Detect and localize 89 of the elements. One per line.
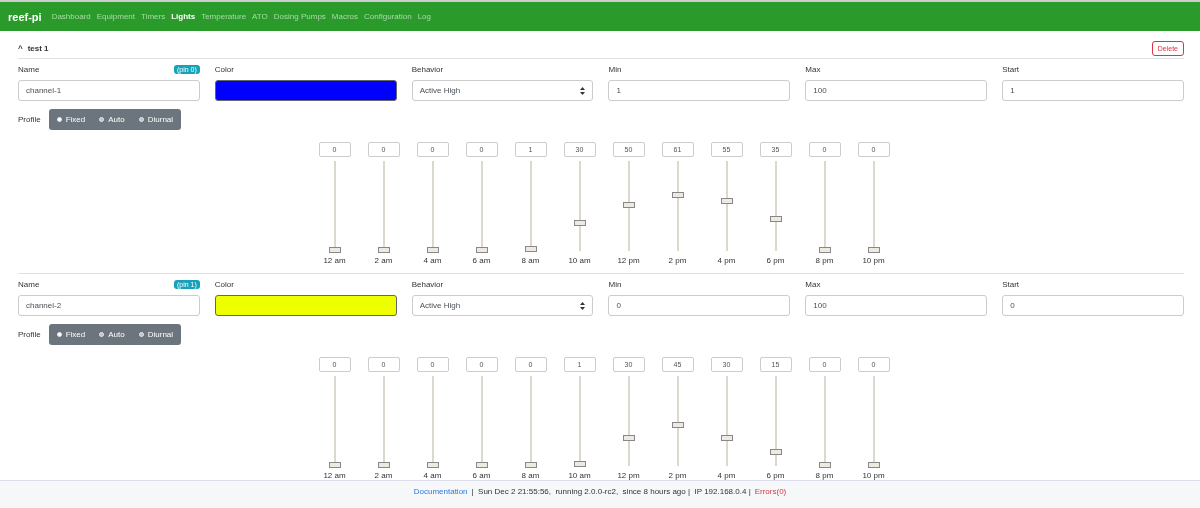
behavior-select[interactable]: Active High: [411, 80, 594, 101]
field-label: Max: [805, 65, 821, 74]
field-label: Profile: [18, 330, 41, 339]
slider-thumb[interactable]: [426, 247, 439, 253]
time-label: 10 am: [568, 256, 591, 265]
time-label: 10 am: [568, 471, 591, 480]
time-label: 12 am: [323, 471, 346, 480]
max-field[interactable]: 100: [805, 80, 988, 101]
slider-thumb[interactable]: [622, 435, 635, 441]
field-label: Behavior: [411, 280, 444, 289]
time-label: 4 pm: [717, 256, 736, 265]
time-label: 6 am: [472, 471, 491, 480]
time-label: 8 am: [521, 471, 540, 480]
slider-thumb[interactable]: [573, 461, 586, 468]
time-label: 4 am: [423, 471, 442, 480]
slider-thumb[interactable]: [671, 192, 684, 199]
name-field[interactable]: channel-2: [18, 295, 200, 316]
field-label: Behavior: [411, 65, 444, 74]
time-label: 2 pm: [668, 471, 687, 480]
time-label: 8 pm: [815, 471, 834, 480]
collapse-toggle[interactable]: ^: [18, 44, 23, 53]
time-label: 12 pm: [617, 471, 640, 480]
caret-icon: [580, 301, 586, 310]
profile-radio[interactable]: Diurnal: [138, 115, 174, 124]
slider-thumb[interactable]: [720, 197, 733, 204]
time-label: 8 am: [521, 256, 540, 265]
field-label: Color: [214, 65, 234, 74]
slider-thumb[interactable]: [622, 202, 635, 208]
time-label: 2 am: [374, 471, 393, 480]
slider-thumb[interactable]: [475, 247, 488, 253]
slider-thumb[interactable]: [769, 215, 782, 222]
time-label: 12 am: [323, 256, 346, 265]
slider-thumb[interactable]: [720, 435, 733, 441]
color-field[interactable]: [214, 295, 397, 316]
time-label: 8 pm: [815, 256, 834, 265]
field-label: Min: [608, 65, 622, 74]
brand[interactable]: reef-pi: [8, 10, 42, 23]
time-label: 2 am: [374, 256, 393, 265]
field-label: Max: [805, 280, 821, 289]
slider-thumb[interactable]: [524, 246, 537, 253]
profile-radio[interactable]: Auto: [99, 330, 125, 339]
field-label: Start: [1002, 65, 1020, 74]
time-label: 6 pm: [766, 256, 785, 265]
profile-radio[interactable]: Fixed: [56, 115, 86, 124]
min-field[interactable]: 1: [608, 80, 791, 101]
slider-thumb[interactable]: [524, 462, 537, 468]
slider-thumb[interactable]: [671, 421, 684, 428]
slider-thumb[interactable]: [867, 462, 880, 468]
slider-thumb[interactable]: [377, 462, 390, 468]
field-label: Color: [214, 280, 234, 289]
time-label: 10 pm: [862, 471, 885, 480]
profile-radio[interactable]: Diurnal: [138, 330, 174, 339]
field-label: Name: [18, 280, 40, 289]
field-label: Start: [1002, 280, 1020, 289]
max-field[interactable]: 100: [805, 295, 988, 316]
min-field[interactable]: 0: [608, 295, 791, 316]
start-field[interactable]: 0: [1002, 295, 1184, 316]
field-label: Profile: [18, 115, 41, 124]
time-label: 4 pm: [717, 471, 736, 480]
start-field[interactable]: 1: [1002, 80, 1184, 101]
time-label: 6 am: [472, 256, 491, 265]
time-label: 12 pm: [617, 256, 640, 265]
errors-link[interactable]: Errors(0): [754, 487, 787, 496]
documentation-link[interactable]: Documentation: [413, 487, 468, 496]
profile-radio[interactable]: Fixed: [56, 330, 86, 339]
status-text: | Sun Dec 2 21:55:56, running 2.0.0-rc2, since 8 hours ago | IP 192.168.0.4 |: [471, 487, 751, 496]
slider-thumb[interactable]: [818, 247, 831, 253]
slider-thumb[interactable]: [573, 220, 586, 226]
profile-radio[interactable]: Auto: [99, 115, 125, 124]
behavior-select[interactable]: Active High: [411, 295, 594, 316]
time-label: 10 pm: [862, 256, 885, 265]
slider-thumb[interactable]: [867, 247, 880, 253]
nav-link[interactable]: Lights: [171, 12, 196, 21]
slider-thumb[interactable]: [769, 448, 782, 455]
name-field[interactable]: channel-1: [18, 80, 200, 101]
time-label: 4 am: [423, 256, 442, 265]
time-label: 6 pm: [766, 471, 785, 480]
slider-thumb[interactable]: [328, 247, 341, 253]
slider-thumb[interactable]: [818, 462, 831, 468]
field-label: Name: [18, 65, 40, 74]
time-label: 2 pm: [668, 256, 687, 265]
color-field[interactable]: [214, 80, 397, 101]
field-label: Min: [608, 280, 622, 289]
slider-thumb[interactable]: [475, 462, 488, 468]
slider-thumb[interactable]: [377, 247, 390, 253]
slider-thumb[interactable]: [426, 462, 439, 468]
caret-icon: [580, 86, 586, 95]
light-title: test 1: [27, 44, 49, 53]
slider-thumb[interactable]: [328, 462, 341, 468]
